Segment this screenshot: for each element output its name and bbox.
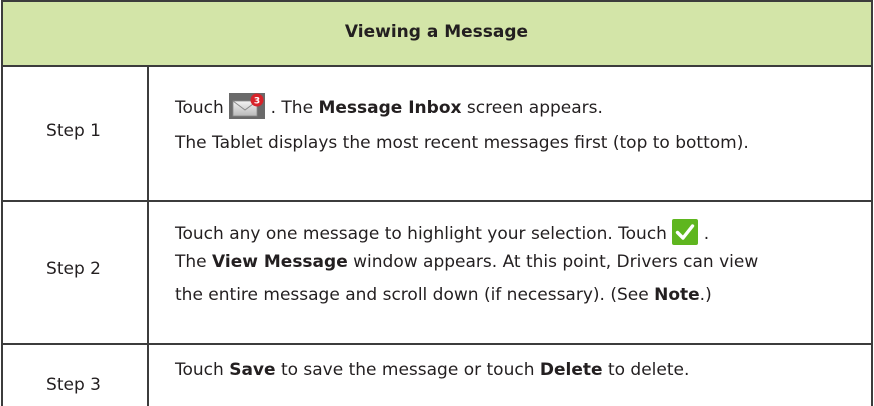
step-1-line-2: The Tablet displays the most recent mess… [175, 133, 749, 153]
mail-badge-count: 3 [254, 97, 260, 107]
mail-badge-icon: 3 [229, 93, 266, 126]
row-divider [1, 200, 872, 202]
table-border-right [871, 0, 873, 406]
step-label: Step 3 [46, 375, 101, 395]
table-border-left [1, 0, 3, 406]
row-divider [1, 65, 872, 67]
step-3-line-1: Touch Save to save the message or touch … [175, 360, 690, 380]
step-1-line-1: Touch 3 . The Message Inbox screen appea… [175, 93, 603, 126]
steps-table: Viewing a Message Step 1 Touch 3 . The M… [0, 0, 874, 406]
column-divider [147, 65, 149, 406]
step-2-line-1: Touch any one message to highlight your … [175, 219, 709, 252]
row-divider [1, 343, 872, 345]
step-label: Step 2 [46, 259, 101, 279]
table-title: Viewing a Message [344, 22, 529, 42]
table-border-top [1, 0, 872, 2]
table-header: Viewing a Message [2, 1, 871, 65]
step-2-line-2: The View Message window appears. At this… [175, 252, 759, 272]
step-label: Step 1 [46, 121, 101, 141]
check-icon [672, 219, 699, 252]
step-2-line-3: the entire message and scroll down (if n… [175, 285, 712, 305]
